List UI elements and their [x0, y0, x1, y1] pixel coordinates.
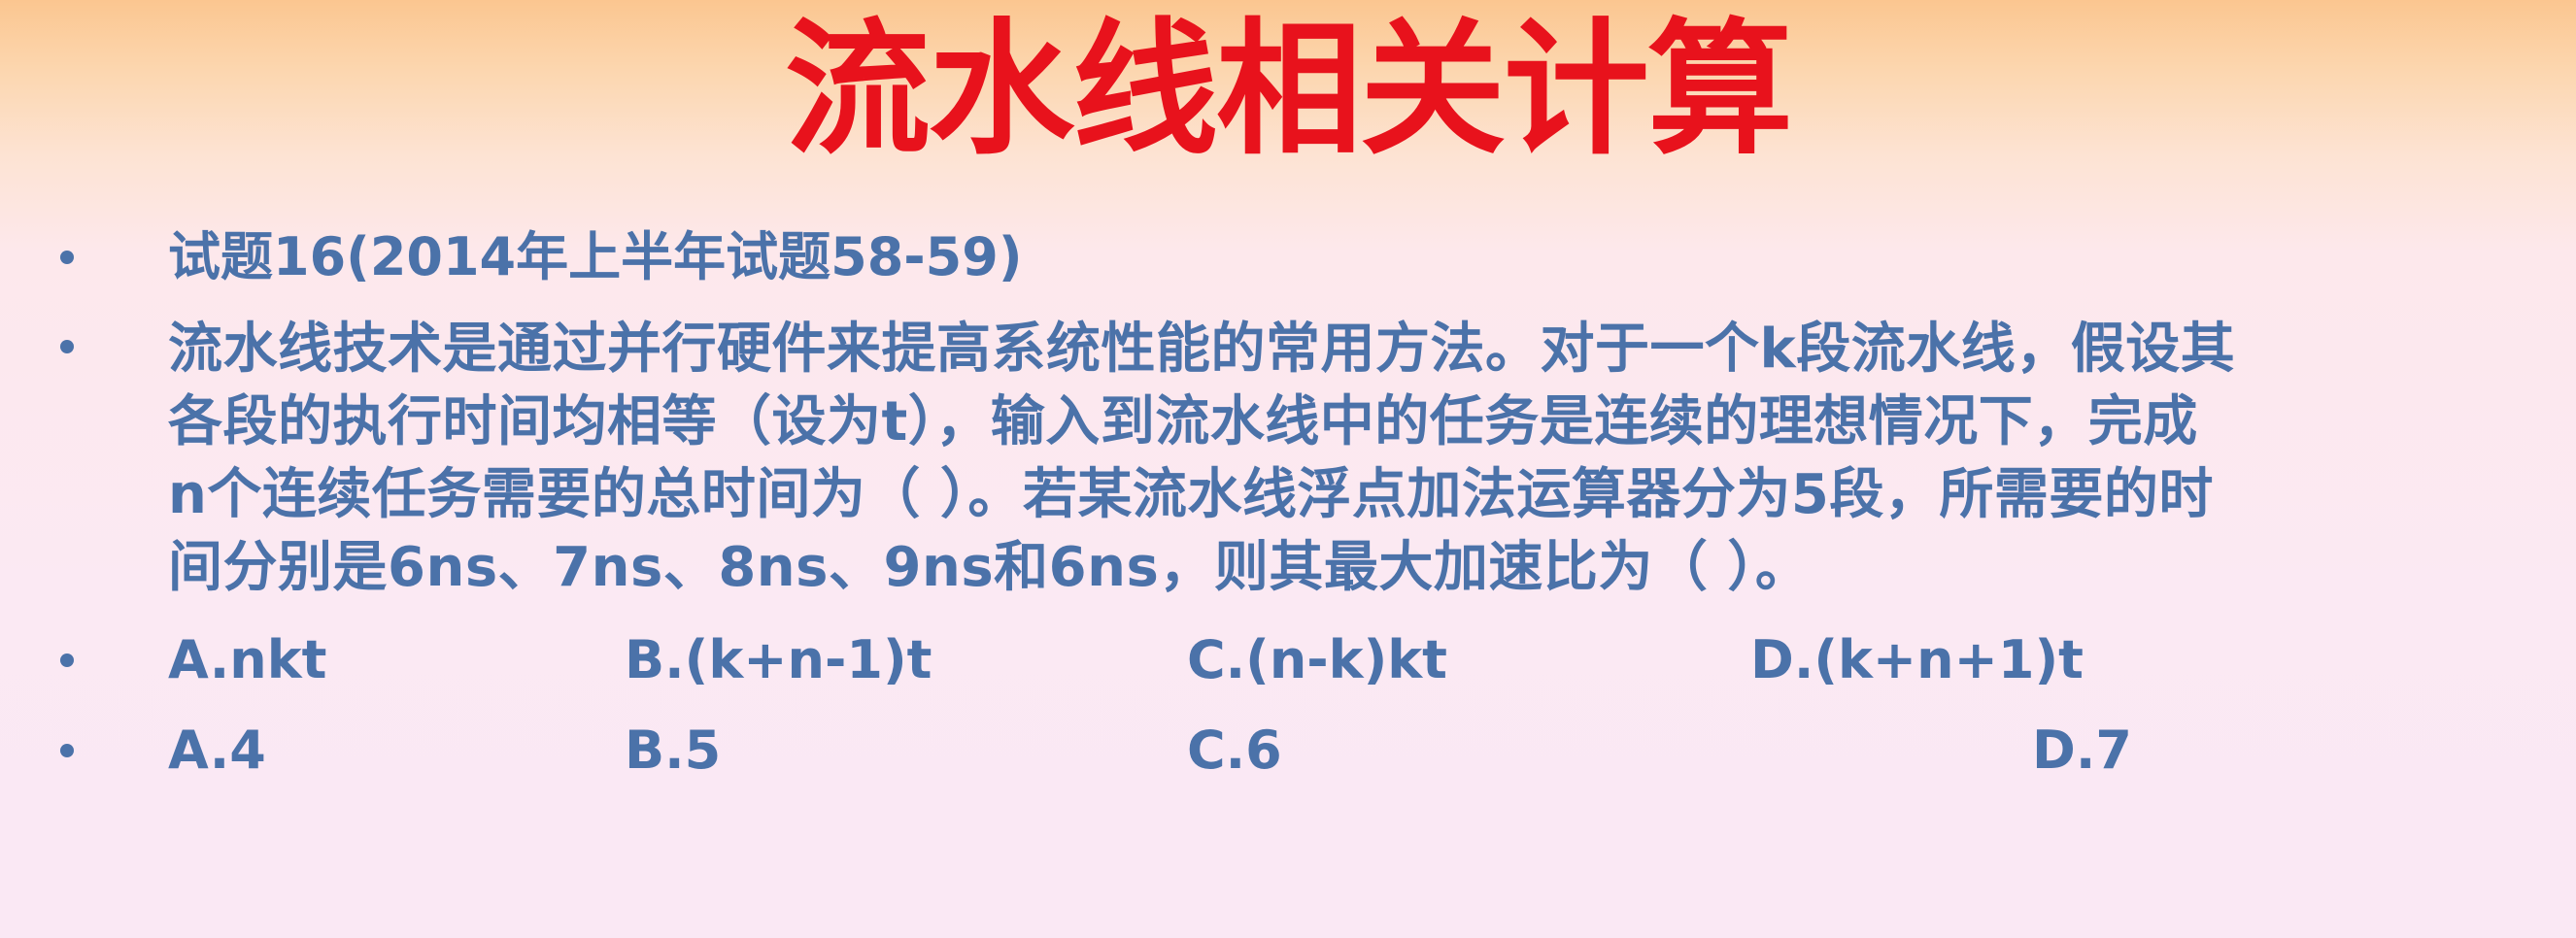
slide: { "slide": { "title": "流水线相关计算", "questi…: [0, 0, 2576, 938]
option-b-2: B.5: [625, 720, 722, 781]
question-body-line-4: 间分别是6ns、7ns、8ns、9ns和6ns，则其最大加速比为（ ）。: [168, 536, 1811, 599]
question-body-line-3: n个连续任务需要的总时间为（ ）。若某流水线浮点加法运算器分为5段，所需要的时: [168, 463, 2214, 526]
option-b-1: B.(k+n-1)t: [625, 629, 932, 690]
option-d-1: D.(k+n+1)t: [1750, 629, 2084, 690]
question-body-line-1: 流水线技术是通过并行硬件来提高系统性能的常用方法。对于一个k段流水线，假设其: [168, 318, 2236, 381]
bullet-marker: [60, 653, 74, 667]
option-c-1: C.(n-k)kt: [1187, 629, 1447, 690]
option-c-2: C.6: [1187, 720, 1282, 781]
bullet-marker: [60, 251, 74, 264]
bullet-marker: [60, 340, 74, 353]
option-a-1: A.nkt: [168, 629, 327, 690]
option-d-2: D.7: [2032, 720, 2132, 781]
question-body-line-2: 各段的执行时间均相等（设为t），输入到流水线中的任务是连续的理想情况下，完成: [168, 390, 2198, 453]
bullet-marker: [60, 744, 74, 757]
option-a-2: A.4: [168, 720, 266, 781]
slide-title: 流水线相关计算: [784, 4, 1793, 175]
question-header: 试题16(2014年上半年试题58-59): [168, 226, 1023, 287]
